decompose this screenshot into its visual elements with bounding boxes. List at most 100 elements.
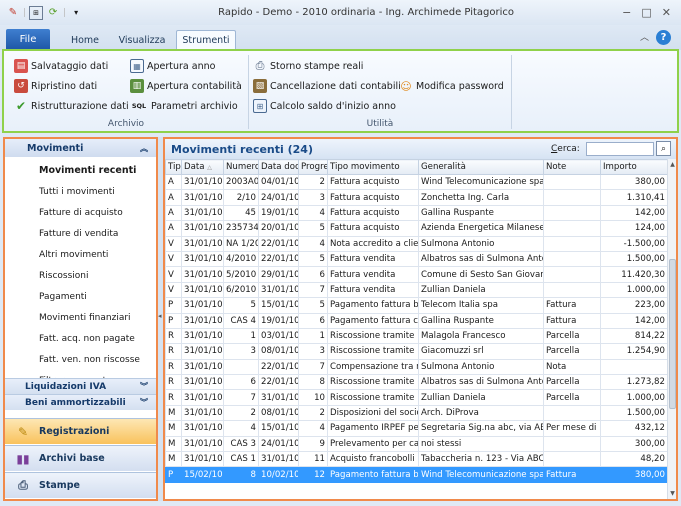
collapse-icon[interactable]: ︽: [140, 143, 148, 154]
nav-item-pagamenti[interactable]: Pagamenti: [5, 286, 156, 307]
table-cell: 31/01/10: [181, 250, 224, 268]
table-cell: P: [165, 466, 182, 483]
column-header[interactable]: Tipo movimento: [327, 159, 419, 175]
refresh-icon[interactable]: ⟳: [46, 6, 60, 20]
table-row[interactable]: R 31/01/10 7 31/01/10 10 Riscossione tramite …: [165, 389, 668, 406]
table-row[interactable]: M 31/01/10 2 08/01/10 2 Disposizioni del soci…: [165, 404, 668, 422]
apertura-anno-button[interactable]: ▦ Apertura anno: [130, 58, 215, 74]
table-row[interactable]: M 31/01/10 CAS 3 24/01/10 9 Prelevamento per …: [165, 435, 668, 453]
help-icon[interactable]: ?: [656, 30, 671, 45]
table-row[interactable]: R 31/01/10 3 08/01/10 3 Riscossione tramite b…: [165, 343, 668, 360]
close-icon[interactable]: ✕: [662, 6, 671, 19]
maximize-icon[interactable]: □: [641, 6, 651, 19]
table-row[interactable]: V 31/01/10 4/2010 22/01/10 5 Fattura vendita A…: [165, 250, 668, 268]
nav-header-beni[interactable]: Beni ammortizzabili ︾: [5, 394, 156, 410]
nav-stampe[interactable]: ⎙ Stampe: [5, 472, 156, 498]
table-cell: Parcella: [543, 374, 601, 391]
notepad-icon: ✎: [17, 424, 29, 439]
group-archivio: ▤ Salvataggio dati ↺ Ripristino dati ✔ R…: [4, 51, 248, 131]
nav-item-fatt-ven-non-riscosse[interactable]: Fatt. ven. non riscosse: [5, 349, 156, 370]
table-row[interactable]: V 31/01/10 5/2010 29/01/10 6 Fattura vendita C…: [165, 266, 668, 283]
minimize-icon[interactable]: −: [622, 6, 631, 19]
table-cell: 2: [298, 404, 328, 422]
table-row[interactable]: P 15/02/10 8 10/02/10 12 Pagamento fattura b:…: [165, 466, 668, 483]
storno-stampe-button[interactable]: ⎙ Storno stampe reali: [253, 58, 364, 74]
table-cell: 2: [298, 173, 328, 191]
nav-header-movimenti[interactable]: Movimenti ︽: [5, 139, 156, 157]
calculator-icon[interactable]: ⊞: [29, 5, 44, 20]
nav-registrazioni[interactable]: ✎ Registrazioni: [5, 418, 156, 444]
scroll-up-icon[interactable]: ▲: [668, 161, 676, 168]
tab-strumenti[interactable]: Strumenti: [176, 30, 236, 50]
apertura-contabilita-button[interactable]: ▥ Apertura contabilità: [130, 78, 242, 94]
search-input[interactable]: [586, 142, 654, 156]
nav-item-altri-movimenti[interactable]: Altri movimenti: [5, 244, 156, 265]
collapse-ribbon-icon[interactable]: ︿: [640, 30, 649, 43]
column-header[interactable]: Generalità: [418, 159, 544, 175]
table-cell: Arch. DiProva: [418, 404, 544, 422]
table-row[interactable]: M 31/01/10 CAS 1 31/01/10 11 Acquisto francob…: [165, 451, 668, 468]
table-row[interactable]: A 31/01/10 235734 20/01/10 5 Fattura acquisto…: [165, 220, 668, 237]
table-cell: 7: [298, 358, 328, 376]
table-row[interactable]: A 31/01/10 45 19/01/10 4 Fattura acquisto Gall…: [165, 204, 668, 222]
table-row[interactable]: R 31/01/10 22/01/10 7 Compensazione tra n Sul…: [165, 358, 668, 376]
table-cell: 31/01/10: [181, 204, 224, 222]
cancellazione-dati-button[interactable]: ▧ Cancellazione dati contabili: [253, 78, 401, 94]
table-cell: 5: [298, 220, 328, 237]
ripristino-dati-button[interactable]: ↺ Ripristino dati: [14, 78, 97, 94]
parametri-archivio-button[interactable]: SQL Parametri archivio: [130, 98, 238, 114]
column-header[interactable]: Progre: [298, 159, 328, 175]
table-cell: 5: [223, 297, 259, 314]
scroll-down-icon[interactable]: ▼: [668, 490, 676, 497]
nav-header-liquidazioni[interactable]: Liquidazioni IVA ︾: [5, 378, 156, 394]
nav-item-fatt-acq-non-pagate[interactable]: Fatt. acq. non pagate: [5, 328, 156, 349]
column-header[interactable]: Data doc: [258, 159, 299, 175]
table-cell: Fattura: [543, 466, 601, 483]
table-row[interactable]: M 31/01/10 4 15/01/10 4 Pagamento IRPEF pe Seg…: [165, 420, 668, 437]
nav-item-fatture-vendita[interactable]: Fatture di vendita: [5, 223, 156, 244]
tab-visualizza[interactable]: Visualizza: [114, 30, 170, 50]
modifica-password-button[interactable]: ☺ Modifica password: [399, 78, 504, 94]
nav-item-movimenti-finanziari[interactable]: Movimenti finanziari: [5, 307, 156, 328]
column-header[interactable]: Note: [543, 159, 601, 175]
nav-item-movimenti-recenti[interactable]: Movimenti recenti: [5, 160, 156, 181]
tab-file[interactable]: File: [6, 29, 50, 49]
nav-item-fatture-acquisto[interactable]: Fatture di acquisto: [5, 202, 156, 223]
delete-data-icon: ▧: [253, 79, 267, 93]
scroll-thumb[interactable]: [669, 259, 676, 409]
nav-archivi-base[interactable]: ▮▮ Archivi base: [5, 445, 156, 471]
column-header[interactable]: Importo: [600, 159, 668, 175]
search-icon[interactable]: ⌕: [656, 141, 671, 156]
vertical-scrollbar[interactable]: ▲ ▼: [667, 159, 676, 499]
table-row[interactable]: R 31/01/10 6 22/01/10 8 Riscossione tramite b…: [165, 374, 668, 391]
table-row[interactable]: A 31/01/10 2/10 24/01/10 3 Fattura acquisto Zo…: [165, 189, 668, 206]
table-row[interactable]: R 31/01/10 1 03/01/10 1 Riscossione tramite b…: [165, 327, 668, 345]
table-cell: Fattura acquisto: [327, 220, 419, 237]
nav-item-riscossioni[interactable]: Riscossioni: [5, 265, 156, 286]
table-cell: Sulmona Antonio: [418, 358, 544, 376]
calcolo-saldo-button[interactable]: ⊞ Calcolo saldo d'inizio anno: [253, 98, 396, 114]
expand-icon[interactable]: ︾: [140, 397, 148, 408]
table-row[interactable]: A 31/01/10 2003A0 04/01/10 2 Fattura acquisto…: [165, 173, 668, 191]
column-header[interactable]: Data △: [181, 159, 224, 175]
nav-item-tutti-movimenti[interactable]: Tutti i movimenti: [5, 181, 156, 202]
table-cell: 380,00: [600, 173, 668, 191]
table-cell: 814,22: [600, 327, 668, 345]
customize-toolbar-icon[interactable]: ▾: [69, 6, 83, 20]
column-header[interactable]: Tip: [165, 159, 182, 175]
table-row[interactable]: P 31/01/10 CAS 4 19/01/10 6 Pagamento fattura…: [165, 312, 668, 329]
app-logo-icon[interactable]: ✎: [6, 6, 20, 20]
table-cell: 4: [298, 420, 328, 437]
column-header[interactable]: Numero: [223, 159, 259, 175]
salvataggio-dati-button[interactable]: ▤ Salvataggio dati: [14, 58, 108, 74]
table-row[interactable]: P 31/01/10 5 15/01/10 5 Pagamento fattura b: T…: [165, 297, 668, 314]
tab-home[interactable]: Home: [62, 30, 108, 50]
table-cell: A: [165, 173, 182, 191]
table-cell: 31/01/10: [181, 358, 224, 376]
navigation-pane: Movimenti ︽ Movimenti recenti Tutti i mo…: [3, 137, 158, 501]
table-row[interactable]: V 31/01/10 6/2010 31/01/10 7 Fattura vendita Z…: [165, 281, 668, 299]
expand-icon[interactable]: ︾: [140, 381, 148, 392]
table-row[interactable]: V 31/01/10 NA 1/20 22/01/10 4 Nota accredito …: [165, 235, 668, 252]
ristrutturazione-dati-button[interactable]: ✔ Ristrutturazione dati: [14, 98, 129, 114]
sql-icon: SQL: [131, 102, 147, 110]
